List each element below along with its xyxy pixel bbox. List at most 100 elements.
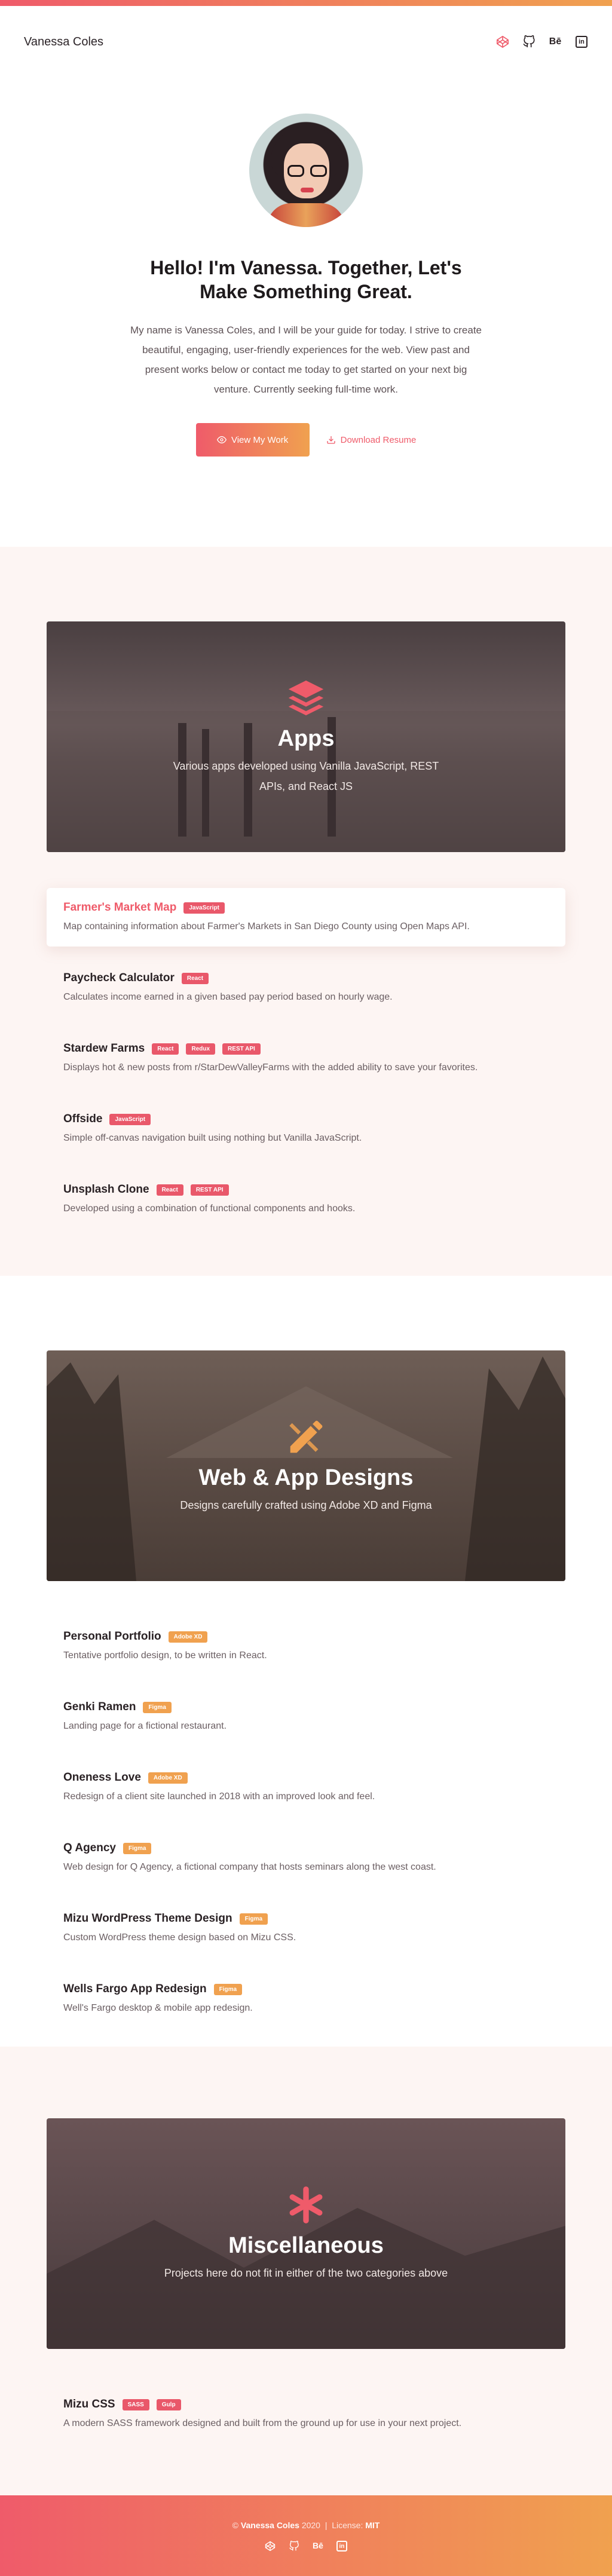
license-label: License: [332, 2520, 363, 2530]
project-title[interactable]: Farmer's Market Map [63, 901, 176, 914]
view-my-work-button[interactable]: View My Work [195, 423, 310, 457]
behance-icon: Bē [549, 36, 562, 47]
view-my-work-label: View My Work [231, 434, 289, 445]
avatar [249, 114, 363, 227]
tag: Adobe XD [148, 1772, 188, 1784]
project-desc: Displays hot & new posts from r/StarDewV… [63, 1062, 478, 1073]
license-link[interactable]: MIT [365, 2520, 380, 2530]
linkedin-icon[interactable]: in [336, 2541, 347, 2552]
designs-banner: Web & App Designs Designs carefully craf… [47, 1350, 565, 1581]
project-title[interactable]: Stardew Farms [63, 1042, 145, 1055]
tag: REST API [222, 1043, 261, 1055]
footer-name[interactable]: Vanessa Coles [241, 2520, 299, 2530]
project-item-farmers-market-map[interactable]: Farmer's Market Map JavaScript Map contai… [47, 888, 565, 947]
project-desc: Calculates income earned in a given base… [63, 992, 393, 1002]
project-desc: Developed using a combination of functio… [63, 1203, 356, 1214]
project-item-mizu-wordpress-theme[interactable]: Mizu WordPress Theme Design Figma Custom … [47, 1899, 565, 1958]
misc-subtitle: Projects here do not fit in either of th… [164, 2267, 448, 2279]
behance-icon[interactable]: Bē [313, 2541, 323, 2552]
tag: Gulp [156, 2399, 181, 2410]
project-item-unsplash-clone[interactable]: Unsplash Clone React REST API Developed us… [47, 1170, 565, 1229]
project-title[interactable]: Mizu WordPress Theme Design [63, 1912, 232, 1925]
project-desc: Web design for Q Agency, a fictional com… [63, 1862, 436, 1872]
misc-banner: Miscellaneous Projects here do not fit i… [47, 2118, 565, 2349]
tag: React [181, 972, 209, 984]
apps-section: Apps Various apps developed using Vanill… [0, 547, 612, 1276]
project-item-mizu-css[interactable]: Mizu CSS SASS Gulp A modern SASS framework… [47, 2385, 565, 2443]
misc-title: Miscellaneous [228, 2233, 384, 2258]
hero-intro: My name is Vanessa Coles, and I will be … [130, 324, 482, 395]
codepen-link[interactable] [496, 35, 509, 48]
github-icon[interactable] [289, 2541, 299, 2552]
pencil-ruler-icon [289, 1420, 323, 1453]
project-item-wells-fargo-redesign[interactable]: Wells Fargo App Redesign Figma Well's Far… [47, 1969, 565, 2028]
project-title[interactable]: Mizu CSS [63, 2398, 115, 2411]
tag: React [156, 1184, 183, 1196]
apps-subtitle: Various apps developed using Vanilla Jav… [173, 760, 439, 792]
behance-link[interactable]: Bē [549, 35, 562, 48]
download-icon [326, 436, 335, 444]
project-desc: Tentative portfolio design, to be writte… [63, 1650, 267, 1661]
misc-list: Mizu CSS SASS Gulp A modern SASS framework… [47, 2385, 565, 2443]
brand-name[interactable]: Vanessa Coles [24, 35, 103, 49]
project-desc: Map containing information about Farmer'… [63, 921, 470, 932]
eye-icon [216, 436, 227, 444]
project-desc: Custom WordPress theme design based on M… [63, 1932, 296, 1943]
apps-title: Apps [277, 726, 335, 751]
project-item-genki-ramen[interactable]: Genki Ramen Figma Landing page for a fict… [47, 1687, 565, 1746]
copyright-symbol: © [232, 2520, 238, 2530]
download-resume-link[interactable]: Download Resume [326, 434, 417, 445]
tag: React [152, 1043, 179, 1055]
tag: Figma [123, 1842, 152, 1854]
project-title[interactable]: Q Agency [63, 1842, 116, 1855]
project-item-oneness-love[interactable]: Oneness Love Adobe XD Redesign of a clien… [47, 1758, 565, 1817]
project-title[interactable]: Genki Ramen [63, 1701, 136, 1714]
project-item-personal-portfolio[interactable]: Personal Portfolio Adobe XD Tentative por… [47, 1617, 565, 1676]
tag: SASS [122, 2399, 149, 2410]
tag: Figma [213, 1983, 243, 1995]
project-item-stardew-farms[interactable]: Stardew Farms React Redux REST API Displays… [47, 1029, 565, 1088]
site-footer: © Vanessa Coles 2020 | License: MIT Bē i… [0, 2495, 612, 2576]
footer-separator: | [325, 2520, 328, 2530]
download-resume-label: Download Resume [340, 434, 417, 445]
project-desc: Simple off-canvas navigation built using… [63, 1133, 362, 1143]
project-item-offside[interactable]: Offside JavaScript Simple off-canvas navi… [47, 1099, 565, 1158]
hero-actions: View My Work Download Resume [0, 423, 612, 457]
tag: JavaScript [183, 902, 225, 914]
project-item-q-agency[interactable]: Q Agency Figma Web design for Q Agency, a… [47, 1828, 565, 1887]
project-title[interactable]: Personal Portfolio [63, 1630, 161, 1643]
apps-list: Farmer's Market Map JavaScript Map contai… [47, 888, 565, 1229]
misc-section: Miscellaneous Projects here do not fit i… [0, 2047, 612, 2495]
designs-section: Web & App Designs Designs carefully craf… [0, 1276, 612, 2047]
footer-copyright: © Vanessa Coles 2020 | License: MIT [0, 2520, 612, 2530]
linkedin-icon: in [576, 36, 587, 48]
project-desc: Redesign of a client site launched in 20… [63, 1791, 375, 1802]
tag: Figma [239, 1913, 268, 1925]
project-item-paycheck-calculator[interactable]: Paycheck Calculator React Calculates inco… [47, 958, 565, 1017]
codepen-icon [497, 35, 509, 48]
tag: Adobe XD [168, 1631, 208, 1643]
project-title[interactable]: Wells Fargo App Redesign [63, 1983, 207, 1996]
project-title[interactable]: Unsplash Clone [63, 1183, 149, 1196]
apps-banner: Apps Various apps developed using Vanill… [47, 621, 565, 852]
project-desc: Well's Fargo desktop & mobile app redesi… [63, 2003, 253, 2013]
project-title[interactable]: Offside [63, 1113, 102, 1126]
layers-icon [288, 680, 324, 716]
project-title[interactable]: Oneness Love [63, 1771, 141, 1784]
github-icon [523, 35, 535, 48]
codepen-icon[interactable] [265, 2541, 276, 2552]
tag: REST API [190, 1184, 229, 1196]
tag: Redux [186, 1043, 216, 1055]
hero-title: Hello! I'm Vanessa. Together, Let's Make… [150, 257, 462, 302]
tag: Figma [143, 1701, 172, 1713]
tag: JavaScript [109, 1113, 151, 1125]
social-nav: Bē in [496, 35, 588, 48]
designs-title: Web & App Designs [198, 1465, 414, 1490]
project-title[interactable]: Paycheck Calculator [63, 972, 175, 985]
top-accent-bar [0, 0, 612, 6]
github-link[interactable] [522, 35, 536, 48]
hero-section: Hello! I'm Vanessa. Together, Let's Make… [0, 78, 612, 547]
project-desc: A modern SASS framework designed and bui… [63, 2418, 462, 2428]
linkedin-link[interactable]: in [575, 35, 588, 48]
designs-subtitle: Designs carefully crafted using Adobe XD… [180, 1499, 432, 1511]
